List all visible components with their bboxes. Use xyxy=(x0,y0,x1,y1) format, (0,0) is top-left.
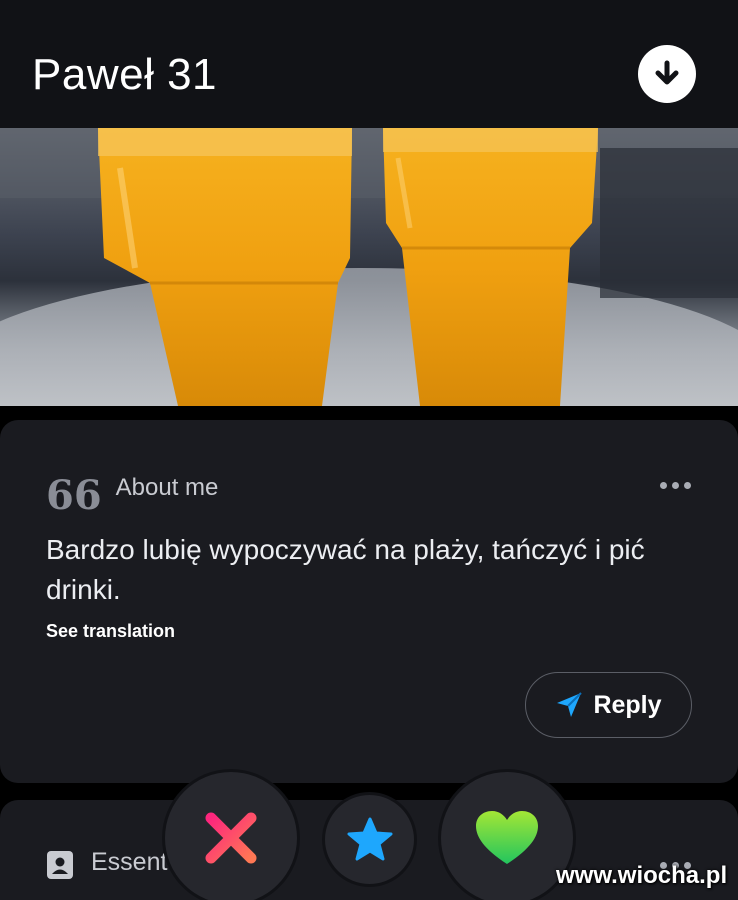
super-like-button[interactable] xyxy=(325,795,414,884)
like-button[interactable] xyxy=(441,772,573,900)
profile-name-age: Paweł 31 xyxy=(32,50,218,99)
profile-header: Paweł 31 xyxy=(0,0,738,128)
see-translation-link[interactable]: See translation xyxy=(46,621,175,642)
about-me-title: About me xyxy=(115,474,219,501)
reply-label: Reply xyxy=(593,690,662,719)
send-arrow-icon xyxy=(557,692,583,717)
more-dot-icon xyxy=(684,482,691,489)
heart-icon xyxy=(476,811,538,864)
more-dot-icon xyxy=(660,482,667,489)
nope-button[interactable] xyxy=(165,772,297,900)
about-more-options-button[interactable] xyxy=(660,482,691,489)
more-dot-icon xyxy=(672,482,679,489)
id-badge-icon xyxy=(47,851,73,879)
star-icon xyxy=(347,817,392,860)
essentials-title: Essent xyxy=(91,848,168,876)
profile-photo[interactable] xyxy=(0,128,738,406)
quote-icon: 66 xyxy=(46,472,102,519)
collapse-profile-button[interactable] xyxy=(638,45,696,103)
arrow-down-circle-icon xyxy=(655,60,679,85)
watermark: www.wiocha.pl xyxy=(556,862,728,889)
about-me-header: 66 About me xyxy=(46,470,219,519)
x-icon xyxy=(205,812,257,864)
bio-text: Bardzo lubię wypoczywać na plaży, tańczy… xyxy=(46,534,645,605)
reply-button[interactable]: Reply xyxy=(525,672,692,738)
